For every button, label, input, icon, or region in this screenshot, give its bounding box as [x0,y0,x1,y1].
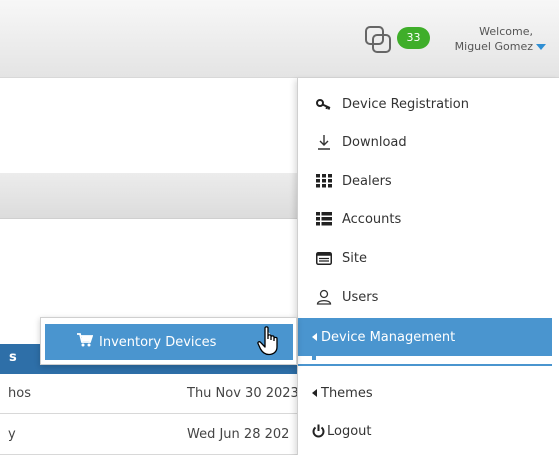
row-name: hos [8,386,31,401]
caret-left-icon [312,389,317,397]
power-icon [312,424,325,438]
user-icon [314,289,334,305]
menu-item-users[interactable]: Users [298,278,559,316]
menu-item-device-management[interactable]: Device Management [298,318,552,356]
menu-item-label: Logout [327,423,372,439]
menu-item-label: Download [342,134,407,150]
site-icon [314,251,334,265]
user-dropdown-menu: Device Registration Download Dealers Acc… [297,78,559,455]
menu-item-label: Device Management [321,329,456,345]
menu-item-label: Users [342,289,379,305]
menu-item-device-registration[interactable]: Device Registration [298,85,559,123]
menu-item-dealers[interactable]: Dealers [298,162,559,200]
menu-item-download[interactable]: Download [298,123,559,161]
grid-icon [314,174,334,188]
page-section-header [0,173,297,219]
notification-badge[interactable]: 33 [397,27,430,49]
cart-icon [77,333,94,351]
divider [312,354,316,360]
submenu-item-label: Inventory Devices [99,334,217,350]
menu-item-accounts[interactable]: Accounts [298,200,559,238]
row-date: Thu Nov 30 2023 [187,386,299,401]
menu-item-site[interactable]: Site [298,239,559,277]
divider [298,364,552,366]
list-icon [314,212,334,226]
user-name-link[interactable]: Miguel Gomez [455,40,533,53]
menu-item-label: Device Registration [342,96,469,112]
submenu-item-inventory-devices[interactable]: Inventory Devices [45,324,293,360]
menu-item-logout[interactable]: Logout [298,412,559,450]
welcome-label: Welcome, [479,25,533,38]
menu-item-label: Dealers [342,173,392,189]
hand-pointer-icon [257,326,278,356]
menu-item-label: Site [342,250,367,266]
chevron-down-icon[interactable] [536,44,546,50]
row-date: Wed Jun 28 202 [187,427,290,442]
table-row[interactable]: hos Thu Nov 30 2023 [0,374,299,414]
table-header-label: s [9,350,17,365]
row-name: y [8,427,16,442]
table-row[interactable]: y Wed Jun 28 202 [0,415,297,455]
key-icon [314,98,334,110]
menu-item-label: Accounts [342,211,402,227]
top-header: 33 Welcome, Miguel Gomez [0,0,559,78]
caret-left-icon [312,333,317,341]
menu-item-themes[interactable]: Themes [298,374,559,412]
chat-icon[interactable] [364,25,392,55]
download-icon [314,134,334,150]
menu-item-label: Themes [321,385,373,401]
